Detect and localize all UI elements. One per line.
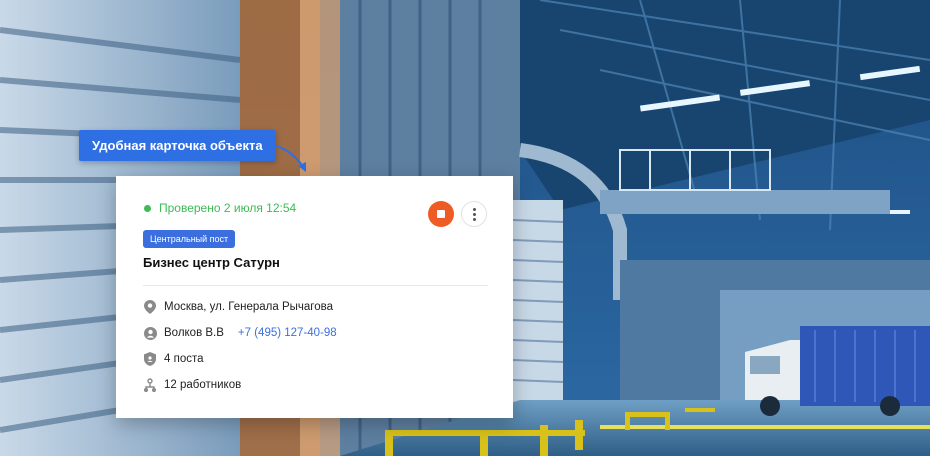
divider [143,285,488,286]
feature-callout-label: Удобная карточка объекта [79,130,276,161]
person-icon [143,326,157,340]
shield-icon [143,352,157,366]
address-row: Москва, ул. Генерала Рычагова [143,300,333,314]
object-title: Бизнес центр Сатурн [143,255,280,270]
location-pin-icon [143,300,157,314]
more-options-button[interactable] [461,201,487,227]
status-dot-icon [144,204,151,212]
contact-name: Волков В.В [164,327,224,339]
object-card[interactable]: Проверено 2 июля 12:54 Центральный пост … [116,176,513,418]
status-text: Проверено 2 июля 12:54 [159,201,297,215]
workers-row: 12 работников [143,378,241,392]
stop-button[interactable] [428,201,454,227]
check-status: Проверено 2 июля 12:54 [144,201,296,215]
post-badge: Центральный пост [143,230,236,248]
stop-icon [437,210,445,218]
workers-icon [143,378,157,392]
address-text: Москва, ул. Генерала Рычагова [164,301,333,313]
contact-row: Волков В.В +7 (495) 127-40-98 [143,326,337,340]
workers-count: 12 работников [164,379,242,391]
more-vertical-icon [472,207,476,211]
arrow-icon [261,143,306,172]
contact-phone-link[interactable]: +7 (495) 127-40-98 [238,327,337,339]
posts-count: 4 поста [164,353,204,365]
posts-row: 4 поста [143,352,204,366]
